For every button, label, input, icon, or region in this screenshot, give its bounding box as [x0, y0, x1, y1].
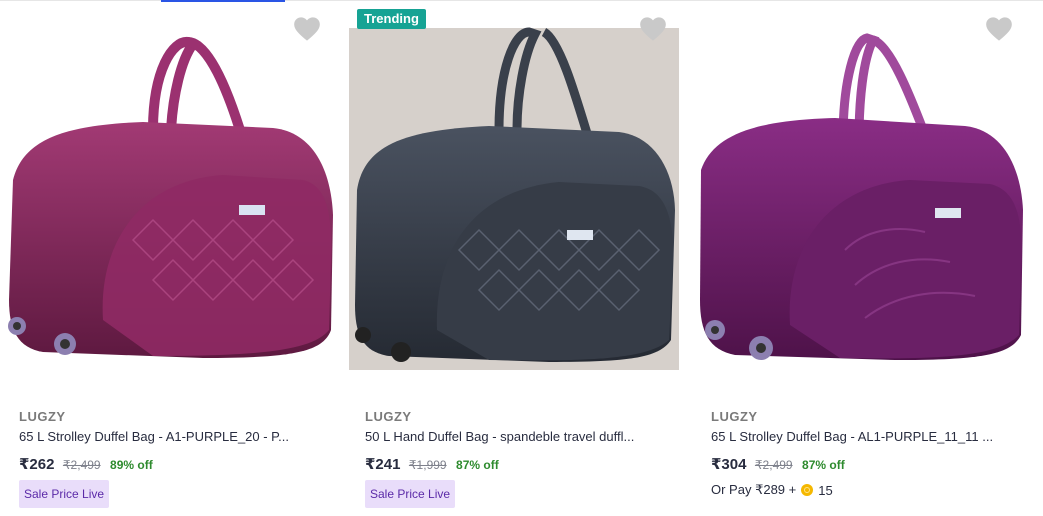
sale-price-live-tag: Sale Price Live: [19, 480, 110, 508]
product-brand: LUGZY: [711, 409, 758, 424]
heart-icon[interactable]: [985, 16, 1013, 42]
product-discount: 89% off: [110, 458, 153, 472]
trending-badge: Trending: [357, 9, 426, 29]
price-row: ₹304 ₹2,499 87% off: [711, 455, 845, 474]
product-title[interactable]: 50 L Hand Duffel Bag - spandeble travel …: [365, 429, 665, 444]
product-brand: LUGZY: [365, 409, 412, 424]
product-image[interactable]: [695, 0, 1031, 372]
product-brand: LUGZY: [19, 409, 66, 424]
product-price: ₹304: [711, 456, 747, 473]
product-discount: 87% off: [802, 458, 845, 472]
product-mrp: ₹2,499: [62, 458, 101, 472]
product-discount: 87% off: [456, 458, 499, 472]
price-row: ₹262 ₹2,499 89% off: [19, 455, 153, 474]
heart-icon[interactable]: [639, 16, 667, 42]
product-title[interactable]: 65 L Strolley Duffel Bag - A1-PURPLE_20 …: [19, 429, 319, 444]
supercoin-icon: [801, 484, 814, 496]
product-card[interactable]: LUGZY 65 L Strolley Duffel Bag - AL1-PUR…: [695, 0, 1031, 516]
product-card[interactable]: Trending LUGZY 50 L Hand Duffel Bag - sp…: [349, 0, 685, 516]
or-pay-offer: Or Pay ₹289 + 15: [711, 482, 833, 498]
product-image[interactable]: Trending: [349, 0, 685, 372]
product-mrp: ₹1,999: [408, 458, 447, 472]
heart-icon[interactable]: [293, 16, 321, 42]
sale-price-live-tag: Sale Price Live: [365, 480, 456, 508]
product-price: ₹262: [19, 456, 55, 473]
product-card[interactable]: LUGZY 65 L Strolley Duffel Bag - A1-PURP…: [3, 0, 339, 516]
product-title[interactable]: 65 L Strolley Duffel Bag - AL1-PURPLE_11…: [711, 429, 1011, 444]
product-mrp: ₹2,499: [754, 458, 793, 472]
product-price: ₹241: [365, 456, 401, 473]
price-row: ₹241 ₹1,999 87% off: [365, 455, 499, 474]
product-image[interactable]: [3, 0, 339, 372]
coin-count: 15: [818, 482, 833, 498]
or-pay-text: Or Pay ₹289 +: [711, 482, 797, 497]
